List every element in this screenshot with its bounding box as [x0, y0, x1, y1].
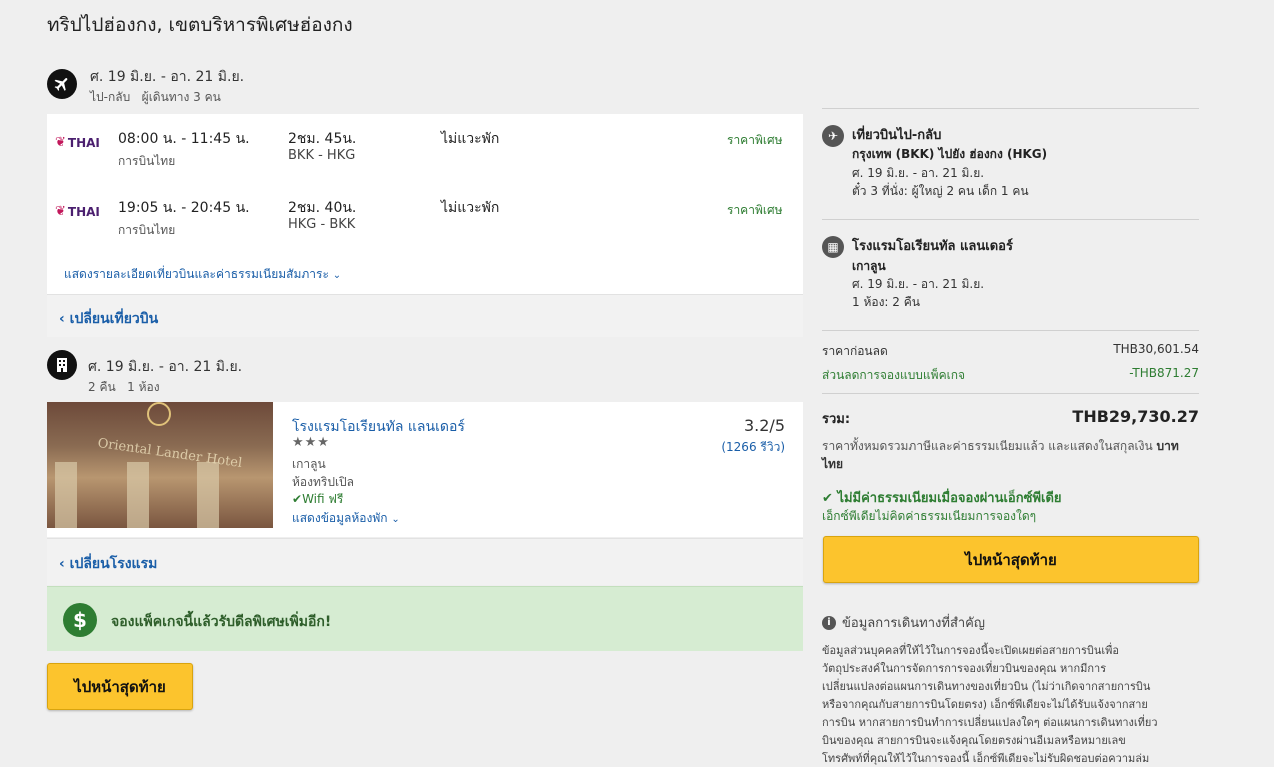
important-info-text: ข้อมูลส่วนบุคคลที่ให้ไว้ในการจองนี้จะเปิ…: [822, 644, 1158, 765]
chevron-left-icon: ‹: [59, 311, 65, 327]
hotel-dates: ศ. 19 มิ.ย. - อา. 21 มิ.ย.: [88, 359, 243, 375]
package-deal-text: จองแพ็คเกจนี้แล้วรับดีลพิเศษเพิ่มอีก!: [111, 614, 332, 630]
no-booking-fee-title: ✔ ไม่มีค่าธรรมเนียมเมื่อจองผ่านเอ็กซ์พีเ…: [822, 491, 1062, 506]
hotel-card: Oriental Lander Hotel โรงแรมโอเรียนทัล แ…: [47, 402, 803, 537]
summary-flight-dates: ศ. 19 มิ.ย. - อา. 21 มิ.ย.: [852, 166, 985, 180]
reviews-link[interactable]: (1266 รีวิว): [721, 438, 785, 457]
plane-icon: ✈: [822, 125, 844, 147]
info-icon: i: [822, 615, 836, 630]
page-title: ทริปไปฮ่องกง, เขตบริหารพิเศษฮ่องกง: [47, 14, 353, 36]
hotel-stars: ★★★: [292, 435, 330, 450]
flight-times: 08:00 น. - 11:45 น.: [118, 131, 250, 147]
tax-note: ราคาทั้งหมดรวมภาษีและค่าธรรมเนียมแล้ว แล…: [822, 439, 1179, 471]
check-icon: ✔: [292, 492, 303, 506]
chevron-left-icon: ‹: [59, 556, 65, 572]
hotel-photo[interactable]: Oriental Lander Hotel: [47, 402, 273, 528]
change-flight-bar: ‹ เปลี่ยนเที่ยวบิน: [47, 294, 803, 337]
thai-airways-logo: ❦ THAI: [55, 204, 100, 219]
no-booking-fee-sub: เอ็กซ์พีเดียไม่คิดค่าธรรมเนียมการจองใดๆ: [822, 509, 1037, 523]
important-info-heading: i ข้อมูลการเดินทางที่สำคัญ: [822, 612, 985, 633]
plane-icon: [47, 69, 77, 99]
hotel-rating: 3.2/5: [743, 416, 785, 435]
room-info-link[interactable]: แสดงข้อมูลห้องพัก ⌄: [292, 509, 400, 528]
flight-stops: ไม่แวะพัก: [441, 131, 500, 147]
flight-times: 19:05 น. - 20:45 น.: [118, 200, 250, 216]
price-before-label: ราคาก่อนลด: [822, 344, 888, 358]
divider: [822, 108, 1199, 109]
summary-hotel-dates: ศ. 19 มิ.ย. - อา. 21 มิ.ย.: [852, 277, 985, 291]
special-price-tag: ราคาพิเศษ: [727, 203, 783, 217]
flight-stops: ไม่แวะพัก: [441, 200, 500, 216]
special-price-tag: ราคาพิเศษ: [727, 133, 783, 147]
discount-label: ส่วนลดการจองแบบแพ็คเกจ: [822, 368, 965, 382]
flight-trip-info: ไป-กลับ ผู้เดินทาง 3 คน: [90, 90, 221, 104]
hotel-stay-info: 2 คืน 1 ห้อง: [88, 380, 160, 394]
chevron-down-icon: ⌄: [391, 514, 400, 525]
airline-name: การบินไทย: [118, 154, 176, 168]
discount-value: -THB871.27: [1129, 366, 1199, 380]
go-to-final-page-button-summary[interactable]: ไปหน้าสุดท้าย: [823, 536, 1199, 583]
go-to-final-page-button[interactable]: ไปหน้าสุดท้าย: [47, 663, 193, 710]
wifi-feature: ✔Wifi ฟรี: [292, 492, 344, 506]
summary-flight-title: เที่ยวบินไป-กลับ: [852, 128, 942, 143]
price-before-value: THB30,601.54: [1113, 342, 1199, 356]
total-price: THB29,730.27: [1072, 407, 1199, 426]
summary-flight-tickets: ตั๋ว 3 ที่นั่ง: ผู้ใหญ่ 2 คน เด็ก 1 คน: [852, 184, 1029, 198]
flight-route: BKK - HKG: [288, 148, 356, 163]
summary-flight-route: กรุงเทพ (BKK) ไปยัง ฮ่องกง (HKG): [852, 147, 1048, 161]
flight-details-link[interactable]: แสดงรายละเอียดเที่ยวบินและค่าธรรมเนียมสั…: [64, 265, 341, 284]
change-hotel-bar: ‹ เปลี่ยนโรงแรม: [47, 538, 803, 585]
summary-hotel-area: เกาลูน: [852, 259, 886, 273]
change-hotel-link[interactable]: ‹ เปลี่ยนโรงแรม: [59, 553, 157, 575]
hotel-icon: ▦: [822, 236, 844, 258]
divider: [822, 219, 1199, 220]
package-deal-banner: $ จองแพ็คเกจนี้แล้วรับดีลพิเศษเพิ่มอีก!: [47, 586, 803, 651]
total-label: รวม:: [822, 412, 851, 427]
divider: [822, 393, 1199, 394]
change-flight-link[interactable]: ‹ เปลี่ยนเที่ยวบิน: [59, 308, 158, 330]
flight-duration: 2ชม. 45น.: [288, 131, 357, 147]
flight-route: HKG - BKK: [288, 217, 356, 232]
summary-hotel-title: โรงแรมโอเรียนทัล แลนเดอร์: [852, 239, 1013, 254]
hotel-icon: [47, 350, 77, 380]
summary-hotel-rooms: 1 ห้อง: 2 คืน: [852, 295, 920, 309]
hotel-area: เกาลูน: [292, 457, 326, 471]
check-icon: ✔: [822, 491, 833, 506]
flight-dates: ศ. 19 มิ.ย. - อา. 21 มิ.ย.: [90, 69, 245, 85]
flight-duration: 2ชม. 40น.: [288, 200, 357, 216]
dollar-icon: $: [63, 603, 97, 637]
airline-name: การบินไทย: [118, 223, 176, 237]
chevron-down-icon: ⌄: [332, 270, 342, 281]
flight-card: ❦ THAI 08:00 น. - 11:45 น. การบินไทย 2ชม.…: [47, 114, 803, 294]
divider: [822, 330, 1199, 331]
thai-airways-logo: ❦ THAI: [55, 135, 100, 150]
